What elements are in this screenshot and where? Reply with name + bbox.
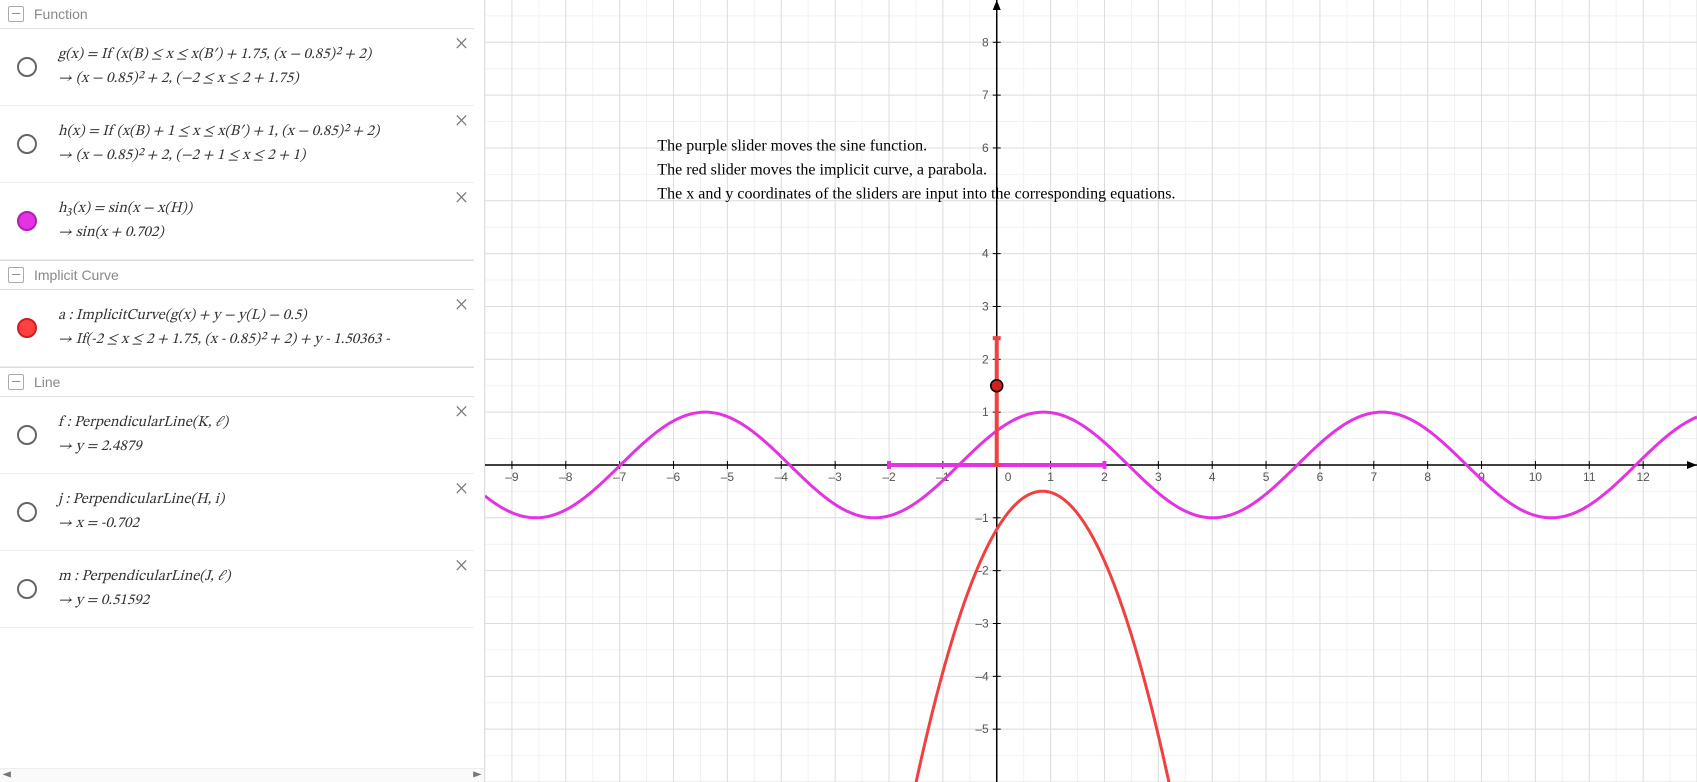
close-icon[interactable]: × (455, 480, 468, 498)
row-content: h(x) = If (x(B) + 1 ≤ x ≤ x(B′) + 1, (x … (54, 106, 474, 182)
minus-icon[interactable]: − (8, 267, 24, 283)
svg-text:0: 0 (1005, 470, 1012, 484)
algebra-panel: − Function × g(x) = If (x(B) ≤ x ≤ x(B′)… (0, 0, 485, 782)
output: → If(-2 ≤ x ≤ 2 + 1.75, (x - 0.85)² + 2)… (58, 328, 444, 352)
svg-text:–5: –5 (975, 722, 989, 736)
svg-text:5: 5 (1263, 470, 1270, 484)
close-icon[interactable]: × (455, 557, 468, 575)
section-label-line: Line (34, 374, 60, 390)
minus-icon[interactable]: − (8, 6, 24, 22)
visibility-toggle-g[interactable] (0, 29, 54, 105)
visibility-toggle-h[interactable] (0, 106, 54, 182)
output: → y = 2.4879 (58, 435, 444, 459)
row-m[interactable]: × m : PerpendicularLine(J, ℓ) → y = 0.51… (0, 551, 474, 628)
visibility-toggle-h3[interactable] (0, 183, 54, 259)
row-a[interactable]: × a : ImplicitCurve(g(x) + y − y(L) − 0.… (0, 290, 474, 367)
row-content: j : PerpendicularLine(H, i) → x = -0.702 (54, 474, 474, 550)
section-implicit: − Implicit Curve (0, 260, 474, 290)
output: → x = -0.702 (58, 512, 444, 536)
row-content: m : PerpendicularLine(J, ℓ) → y = 0.5159… (54, 551, 474, 627)
svg-text:2: 2 (1101, 470, 1108, 484)
svg-text:4: 4 (1209, 470, 1216, 484)
svg-text:10: 10 (1529, 470, 1543, 484)
row-content: h₃(x) = sin(x − x(H)) → sin(x + 0.702) (54, 183, 474, 259)
graphics-view[interactable]: –9–8–7–6–5–4–3–2–10123456789101112–5–4–3… (485, 0, 1697, 782)
svg-text:11: 11 (1583, 470, 1596, 484)
visibility-toggle-j[interactable] (0, 474, 54, 550)
scroll-right-icon[interactable]: ► (472, 769, 482, 782)
close-icon[interactable]: × (455, 296, 468, 314)
section-line: − Line (0, 367, 474, 397)
definition: a : ImplicitCurve(g(x) + y − y(L) − 0.5) (58, 304, 444, 328)
svg-text:–8: –8 (559, 470, 573, 484)
close-icon[interactable]: × (455, 403, 468, 421)
svg-text:–4: –4 (775, 470, 789, 484)
svg-text:–3: –3 (975, 616, 989, 630)
row-content: f : PerpendicularLine(K, ℓ) → y = 2.4879 (54, 397, 474, 473)
section-label-function: Function (34, 6, 88, 22)
visibility-toggle-a[interactable] (0, 290, 54, 366)
minus-icon[interactable]: − (8, 374, 24, 390)
svg-text:–6: –6 (667, 470, 681, 484)
svg-text:6: 6 (1317, 470, 1324, 484)
visibility-toggle-m[interactable] (0, 551, 54, 627)
output: → (x − 0.85)² + 2, (−2 + 1 ≤ x ≤ 2 + 1) (58, 144, 444, 168)
svg-text:4: 4 (982, 247, 989, 261)
svg-text:6: 6 (982, 141, 989, 155)
definition: h₃(x) = sin(x − x(H)) (58, 197, 444, 221)
scroll-left-icon[interactable]: ◄ (2, 769, 12, 782)
svg-text:3: 3 (1155, 470, 1162, 484)
svg-text:–4: –4 (975, 669, 989, 683)
close-icon[interactable]: × (455, 35, 468, 53)
svg-text:–9: –9 (505, 470, 519, 484)
svg-text:The x and y coordinates of the: The x and y coordinates of the sliders a… (657, 186, 1175, 203)
row-g[interactable]: × g(x) = If (x(B) ≤ x ≤ x(B′) + 1.75, (x… (0, 29, 474, 106)
app-root: − Function × g(x) = If (x(B) ≤ x ≤ x(B′)… (0, 0, 1697, 782)
svg-text:–1: –1 (975, 511, 989, 525)
close-icon[interactable]: × (455, 189, 468, 207)
close-icon[interactable]: × (455, 112, 468, 130)
svg-text:2: 2 (982, 352, 989, 366)
svg-text:–5: –5 (721, 470, 735, 484)
output: → sin(x + 0.702) (58, 221, 444, 245)
algebra-scroll[interactable]: − Function × g(x) = If (x(B) ≤ x ≤ x(B′)… (0, 0, 484, 782)
horizontal-scrollbar[interactable]: ◄ ► (0, 768, 484, 782)
svg-text:The purple slider moves the si: The purple slider moves the sine functio… (657, 138, 927, 155)
definition: h(x) = If (x(B) + 1 ≤ x ≤ x(B′) + 1, (x … (58, 120, 444, 144)
output: → y = 0.51592 (58, 589, 444, 613)
svg-text:–2: –2 (882, 470, 896, 484)
svg-text:The red slider moves the impli: The red slider moves the implicit curve,… (657, 162, 987, 179)
row-h[interactable]: × h(x) = If (x(B) + 1 ≤ x ≤ x(B′) + 1, (… (0, 106, 474, 183)
graph-canvas[interactable]: –9–8–7–6–5–4–3–2–10123456789101112–5–4–3… (485, 0, 1697, 782)
row-content: g(x) = If (x(B) ≤ x ≤ x(B′) + 1.75, (x −… (54, 29, 474, 105)
svg-text:8: 8 (1424, 470, 1431, 484)
row-h3[interactable]: × h₃(x) = sin(x − x(H)) → sin(x + 0.702) (0, 183, 474, 260)
svg-text:8: 8 (982, 35, 989, 49)
definition: f : PerpendicularLine(K, ℓ) (58, 411, 444, 435)
definition: g(x) = If (x(B) ≤ x ≤ x(B′) + 1.75, (x −… (58, 43, 444, 67)
section-label-implicit: Implicit Curve (34, 267, 119, 283)
svg-text:–3: –3 (828, 470, 842, 484)
svg-text:12: 12 (1636, 470, 1650, 484)
row-f[interactable]: × f : PerpendicularLine(K, ℓ) → y = 2.48… (0, 397, 474, 474)
definition: j : PerpendicularLine(H, i) (58, 488, 444, 512)
section-function: − Function (0, 0, 474, 29)
svg-text:1: 1 (1047, 470, 1054, 484)
svg-text:3: 3 (982, 299, 989, 313)
output: → (x − 0.85)² + 2, (−2 ≤ x ≤ 2 + 1.75) (58, 67, 444, 91)
row-j[interactable]: × j : PerpendicularLine(H, i) → x = -0.7… (0, 474, 474, 551)
svg-text:1: 1 (982, 405, 989, 419)
row-content: a : ImplicitCurve(g(x) + y − y(L) − 0.5)… (54, 290, 474, 366)
definition: m : PerpendicularLine(J, ℓ) (58, 565, 444, 589)
svg-text:7: 7 (982, 88, 989, 102)
svg-text:7: 7 (1370, 470, 1377, 484)
visibility-toggle-f[interactable] (0, 397, 54, 473)
